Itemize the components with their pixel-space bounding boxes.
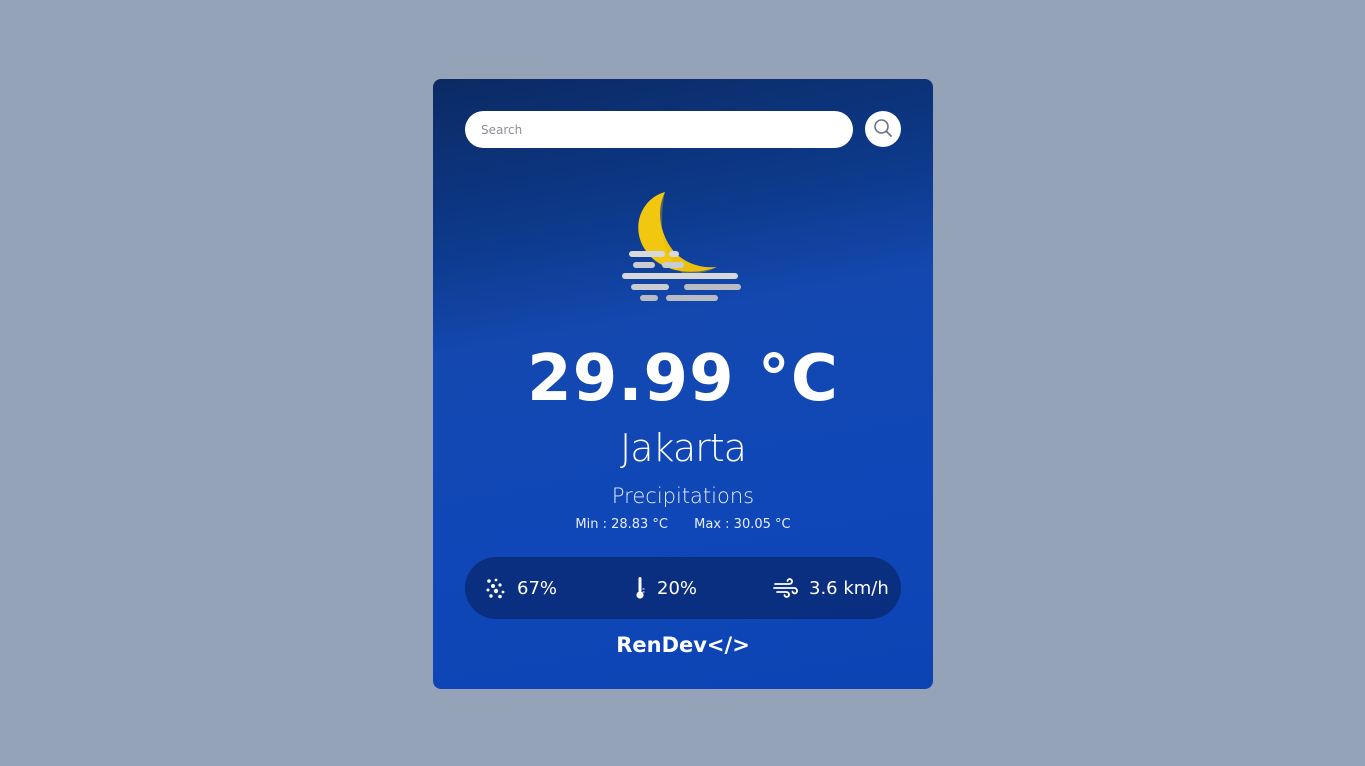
weather-card: 29.99 °C Jakarta Precipitations Min : 28… — [433, 79, 933, 689]
weather-condition: Precipitations — [611, 484, 755, 508]
humidity-value: 67% — [517, 577, 558, 599]
search-icon — [873, 118, 893, 141]
search-button[interactable] — [865, 111, 901, 147]
thermometer-icon — [633, 576, 647, 600]
max-temperature: Max : 30.05 °C — [694, 517, 791, 532]
temperature-value: 29.99 °C — [527, 342, 839, 416]
precipitation-value: 20% — [657, 577, 698, 599]
brand-logo: RenDev</> — [616, 633, 750, 657]
search-input[interactable] — [465, 111, 853, 148]
wind-stat: 3.6 km/h — [773, 557, 889, 619]
weather-stats-bar: 67% 20% 3.6 km/h — [465, 557, 901, 619]
humidity-stat: 67% — [485, 557, 557, 619]
wind-icon — [773, 577, 799, 599]
precipitation-stat: 20% — [633, 557, 697, 619]
min-max-temperature: Min : 28.83 °C Max : 30.05 °C — [433, 515, 933, 535]
search-bar — [465, 111, 901, 148]
city-name: Jakarta — [620, 426, 747, 470]
moon-fog-icon — [618, 189, 748, 307]
humidity-icon — [485, 577, 507, 599]
wind-value: 3.6 km/h — [809, 577, 889, 599]
min-temperature: Min : 28.83 °C — [575, 517, 669, 532]
